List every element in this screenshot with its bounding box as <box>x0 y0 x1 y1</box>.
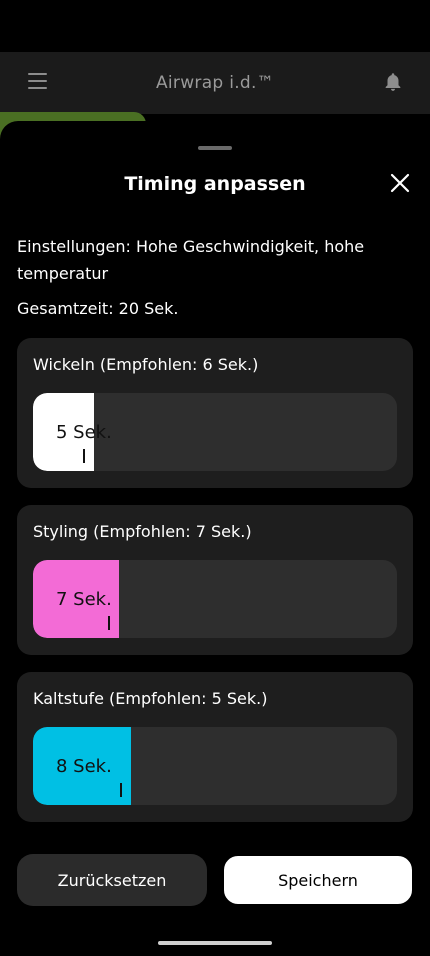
settings-description: Einstellungen: Hohe Geschwindigkeit, hoh… <box>17 237 365 283</box>
stage-card-kaltstufe: Kaltstufe (Empfohlen: 5 Sek.) 8 Sek. <box>17 672 413 822</box>
close-icon[interactable] <box>390 173 410 193</box>
app-title: Airwrap i.d.™ <box>155 73 275 93</box>
slider-handle[interactable] <box>108 616 110 630</box>
save-button[interactable]: Speichern <box>222 854 414 906</box>
menu-icon[interactable] <box>28 73 47 91</box>
stage-label: Kaltstufe (Empfohlen: 5 Sek.) <box>33 689 268 708</box>
stage-card-wickeln: Wickeln (Empfohlen: 6 Sek.) 5 Sek. <box>17 338 413 488</box>
reset-button[interactable]: Zurücksetzen <box>17 854 207 906</box>
stage-slider[interactable]: 8 Sek. <box>33 727 397 805</box>
status-bar <box>0 0 430 52</box>
stage-card-styling: Styling (Empfohlen: 7 Sek.) 7 Sek. <box>17 505 413 655</box>
app-header: Airwrap i.d.™ <box>0 52 430 114</box>
bell-icon[interactable] <box>382 71 404 93</box>
slider-value: 8 Sek. <box>56 755 112 777</box>
drag-handle[interactable] <box>198 146 232 150</box>
stage-label: Styling (Empfohlen: 7 Sek.) <box>33 522 252 541</box>
home-indicator <box>158 941 272 945</box>
stage-slider[interactable]: 7 Sek. <box>33 560 397 638</box>
slider-handle[interactable] <box>83 449 85 463</box>
stage-label: Wickeln (Empfohlen: 6 Sek.) <box>33 355 259 374</box>
stage-slider[interactable]: 5 Sek. <box>33 393 397 471</box>
slider-handle[interactable] <box>120 783 122 797</box>
sheet-title: Timing anpassen <box>124 173 306 195</box>
total-time: Gesamtzeit: 20 Sek. <box>17 299 179 318</box>
slider-value: 7 Sek. <box>56 588 112 610</box>
